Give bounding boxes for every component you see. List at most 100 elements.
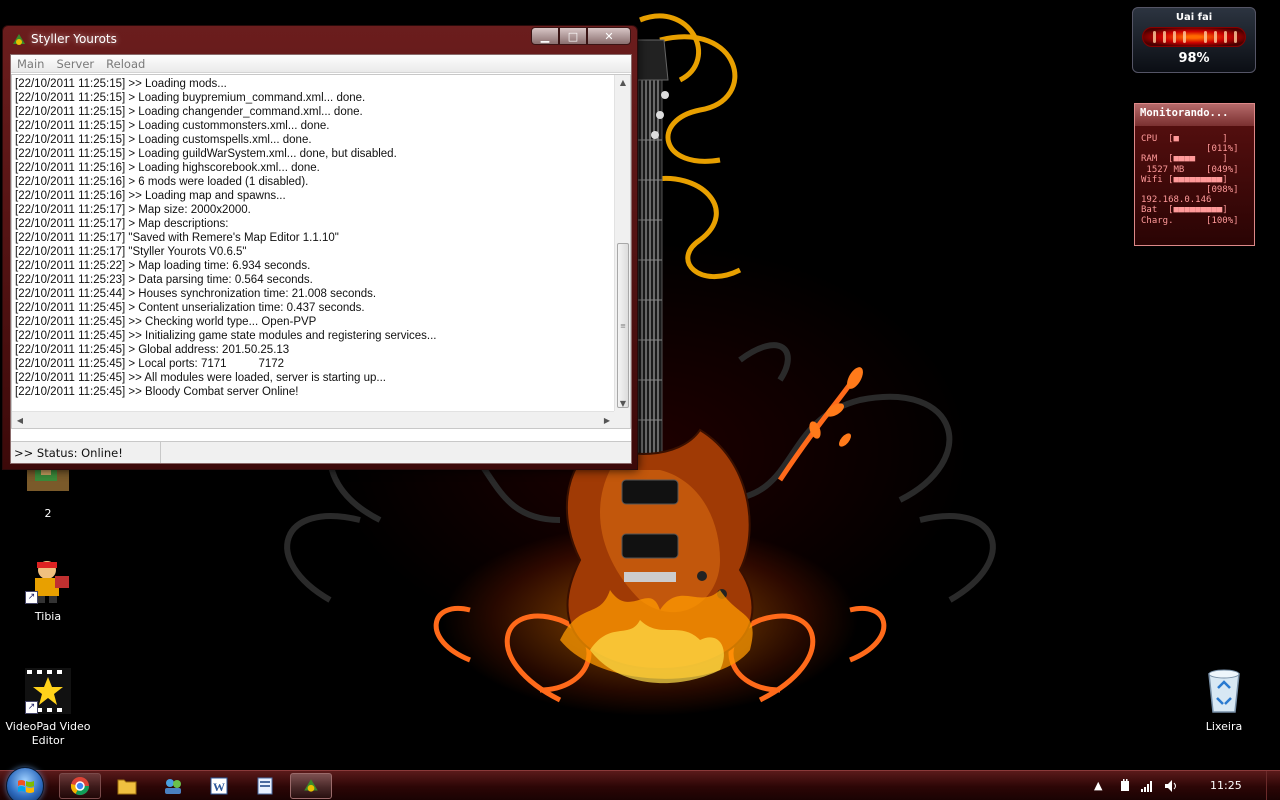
taskbar-word[interactable]: W — [198, 773, 240, 799]
monitor-reading: 1527 MB [049%] — [1141, 164, 1239, 175]
monitor-reading: [011%] — [1141, 144, 1239, 155]
taskbar-explorer[interactable] — [106, 773, 148, 799]
taskbar-styller-yourots[interactable] — [290, 773, 332, 799]
log-line: [22/10/2011 11:25:45] >> Initializing ga… — [15, 330, 437, 342]
log-line: [22/10/2011 11:25:45] >> Checking world … — [15, 316, 317, 328]
scrollbar-thumb[interactable]: ≡ — [617, 243, 629, 408]
desktop-icon-label: Tibia — [34, 610, 62, 623]
scroll-down-icon[interactable]: ▼ — [615, 396, 630, 412]
power-plug-icon[interactable] — [1118, 779, 1132, 796]
desktop-icon-label: VideoPad Video Editor — [5, 720, 91, 747]
desktop-icon-label: 2 — [44, 507, 52, 520]
monitor-readings: CPU [■ ] [011%] RAM [■■■■ ] 1527 MB [049%… — [1135, 126, 1254, 226]
log-line: [22/10/2011 11:25:22] > Map loading time… — [15, 260, 311, 272]
log-line: [22/10/2011 11:25:17] "Styller Yourots V… — [15, 246, 247, 258]
chrome-icon — [71, 777, 89, 796]
desktop-icon-videopad[interactable]: ↗ VideoPad Video Editor — [0, 668, 96, 748]
scroll-corner — [614, 411, 630, 428]
desktop-icon-label: Lixeira — [1205, 720, 1243, 733]
start-button[interactable] — [6, 767, 44, 800]
log-line: [22/10/2011 11:25:15] > Loading customsp… — [15, 134, 312, 146]
taskbar-network-users[interactable] — [152, 773, 194, 799]
recycle-bin-icon — [1201, 668, 1247, 714]
wifi-meter-gadget[interactable]: Uai fai 98% — [1132, 7, 1256, 73]
monitor-reading: Bat [■■■■■■■■■] — [1141, 205, 1228, 216]
menu-main[interactable]: Main — [11, 55, 50, 72]
log-line: [22/10/2011 11:25:45] > Content unserial… — [15, 302, 365, 314]
notepad-icon — [257, 777, 273, 795]
scroll-up-icon[interactable]: ▲ — [615, 75, 630, 91]
monitor-title: Monitorando... — [1135, 104, 1254, 126]
log-line: [22/10/2011 11:25:17] > Map size: 2000x2… — [15, 204, 251, 216]
styller-server-icon — [304, 779, 318, 792]
log-line: [22/10/2011 11:25:15] > Loading custommo… — [15, 120, 330, 132]
system-monitor-gadget[interactable]: Monitorando... CPU [■ ] [011%] RAM [■■■■ … — [1134, 103, 1255, 246]
monitor-reading: Wifi [■■■■■■■■■] — [1141, 174, 1228, 185]
log-line: [22/10/2011 11:25:15] > Loading changend… — [15, 106, 363, 118]
close-button[interactable]: ✕ — [587, 27, 631, 45]
scroll-left-icon[interactable]: ◀ — [12, 412, 28, 428]
windows-logo-icon — [18, 780, 34, 793]
log-line: [22/10/2011 11:25:23] > Data parsing tim… — [15, 274, 313, 286]
svg-text:W: W — [213, 780, 225, 794]
maximize-icon: □ — [567, 29, 579, 43]
log-lines: [22/10/2011 11:25:15] >> Loading mods...… — [15, 77, 615, 399]
log-line: [22/10/2011 11:25:17] "Saved with Remere… — [15, 232, 339, 244]
log-line: [22/10/2011 11:25:15] >> Loading mods... — [15, 78, 227, 90]
log-line: [22/10/2011 11:25:15] > Loading buypremi… — [15, 92, 366, 104]
log-line: [22/10/2011 11:25:17] > Map descriptions… — [15, 218, 229, 230]
log-line: [22/10/2011 11:25:45] > Local ports: 717… — [15, 358, 285, 370]
window-title: Styller Yourots — [31, 32, 117, 46]
log-line: [22/10/2011 11:25:45] >> All modules wer… — [15, 372, 386, 384]
log-line: [22/10/2011 11:25:45] > Global address: … — [15, 344, 290, 356]
close-icon: ✕ — [604, 29, 614, 43]
log-line: [22/10/2011 11:25:45] >> Bloody Combat s… — [15, 386, 299, 398]
log-line: [22/10/2011 11:25:16] > 6 mods were load… — [15, 176, 309, 188]
gadget-title: Uai fai — [1175, 12, 1213, 23]
scroll-right-icon[interactable]: ▶ — [599, 412, 615, 428]
monitor-reading: 192.168.0.146 — [1141, 195, 1212, 206]
taskbar-notepad[interactable] — [244, 773, 286, 799]
menu-reload[interactable]: Reload — [100, 55, 151, 72]
monitor-reading: RAM [■■■■ ] — [1141, 154, 1228, 165]
taskbar: W ▲ 11:25 — [0, 767, 1280, 800]
signal-meter-icon — [1142, 27, 1246, 47]
monitor-reading: CPU [■ ] — [1141, 134, 1228, 144]
shortcut-arrow-icon: ↗ — [25, 591, 38, 604]
minimize-button[interactable]: ▁ — [531, 27, 559, 45]
styller-server-icon — [11, 32, 27, 51]
menu-bar: Main Server Reload — [11, 55, 631, 73]
tibia-character-icon: ↗ — [25, 558, 71, 604]
show-desktop-button[interactable] — [1266, 771, 1280, 800]
window-client-area: Main Server Reload [22/10/2011 11:25:15]… — [10, 54, 632, 464]
explorer-folder-icon — [117, 779, 137, 795]
taskbar-clock[interactable]: 11:25 — [1210, 779, 1242, 792]
monitor-reading: Charg. [100%] — [1141, 215, 1239, 226]
wifi-signal-icon[interactable] — [1140, 779, 1154, 796]
minimize-icon: ▁ — [540, 29, 550, 43]
maximize-button[interactable]: □ — [559, 27, 587, 45]
word-icon: W — [210, 777, 228, 795]
horizontal-scrollbar[interactable]: ◀ ▶ — [12, 411, 615, 428]
desktop-icon-tibia[interactable]: ↗ Tibia — [0, 558, 96, 624]
volume-icon[interactable] — [1164, 779, 1178, 796]
menu-server[interactable]: Server — [50, 55, 100, 72]
gadget-value: 98% — [1178, 51, 1210, 66]
styller-yourots-window[interactable]: Styller Yourots ▁ □ ✕ Main Server Reload… — [2, 25, 638, 470]
window-titlebar[interactable]: Styller Yourots ▁ □ ✕ — [3, 26, 637, 52]
star-film-icon: ↗ — [25, 668, 71, 714]
vertical-scrollbar[interactable]: ▲ ≡ ▼ — [614, 75, 630, 412]
shortcut-arrow-icon: ↗ — [25, 701, 38, 714]
log-line: [22/10/2011 11:25:16] > Loading highscor… — [15, 162, 320, 174]
log-line: [22/10/2011 11:25:44] > Houses synchroni… — [15, 288, 377, 300]
server-log-textarea[interactable]: [22/10/2011 11:25:15] >> Loading mods...… — [11, 74, 631, 429]
desktop-icon-lixeira[interactable]: Lixeira — [1176, 668, 1272, 734]
status-bar: >> Status: Online! — [11, 441, 631, 463]
taskbar-chrome[interactable] — [59, 773, 101, 799]
network-users-icon — [165, 779, 181, 794]
monitor-reading: [098%] — [1141, 185, 1239, 196]
log-line: [22/10/2011 11:25:16] >> Loading map and… — [15, 190, 286, 202]
log-line: [22/10/2011 11:25:15] > Loading guildWar… — [15, 148, 397, 160]
show-hidden-icons-icon[interactable]: ▲ — [1094, 779, 1102, 792]
status-text: >> Status: Online! — [11, 442, 161, 463]
